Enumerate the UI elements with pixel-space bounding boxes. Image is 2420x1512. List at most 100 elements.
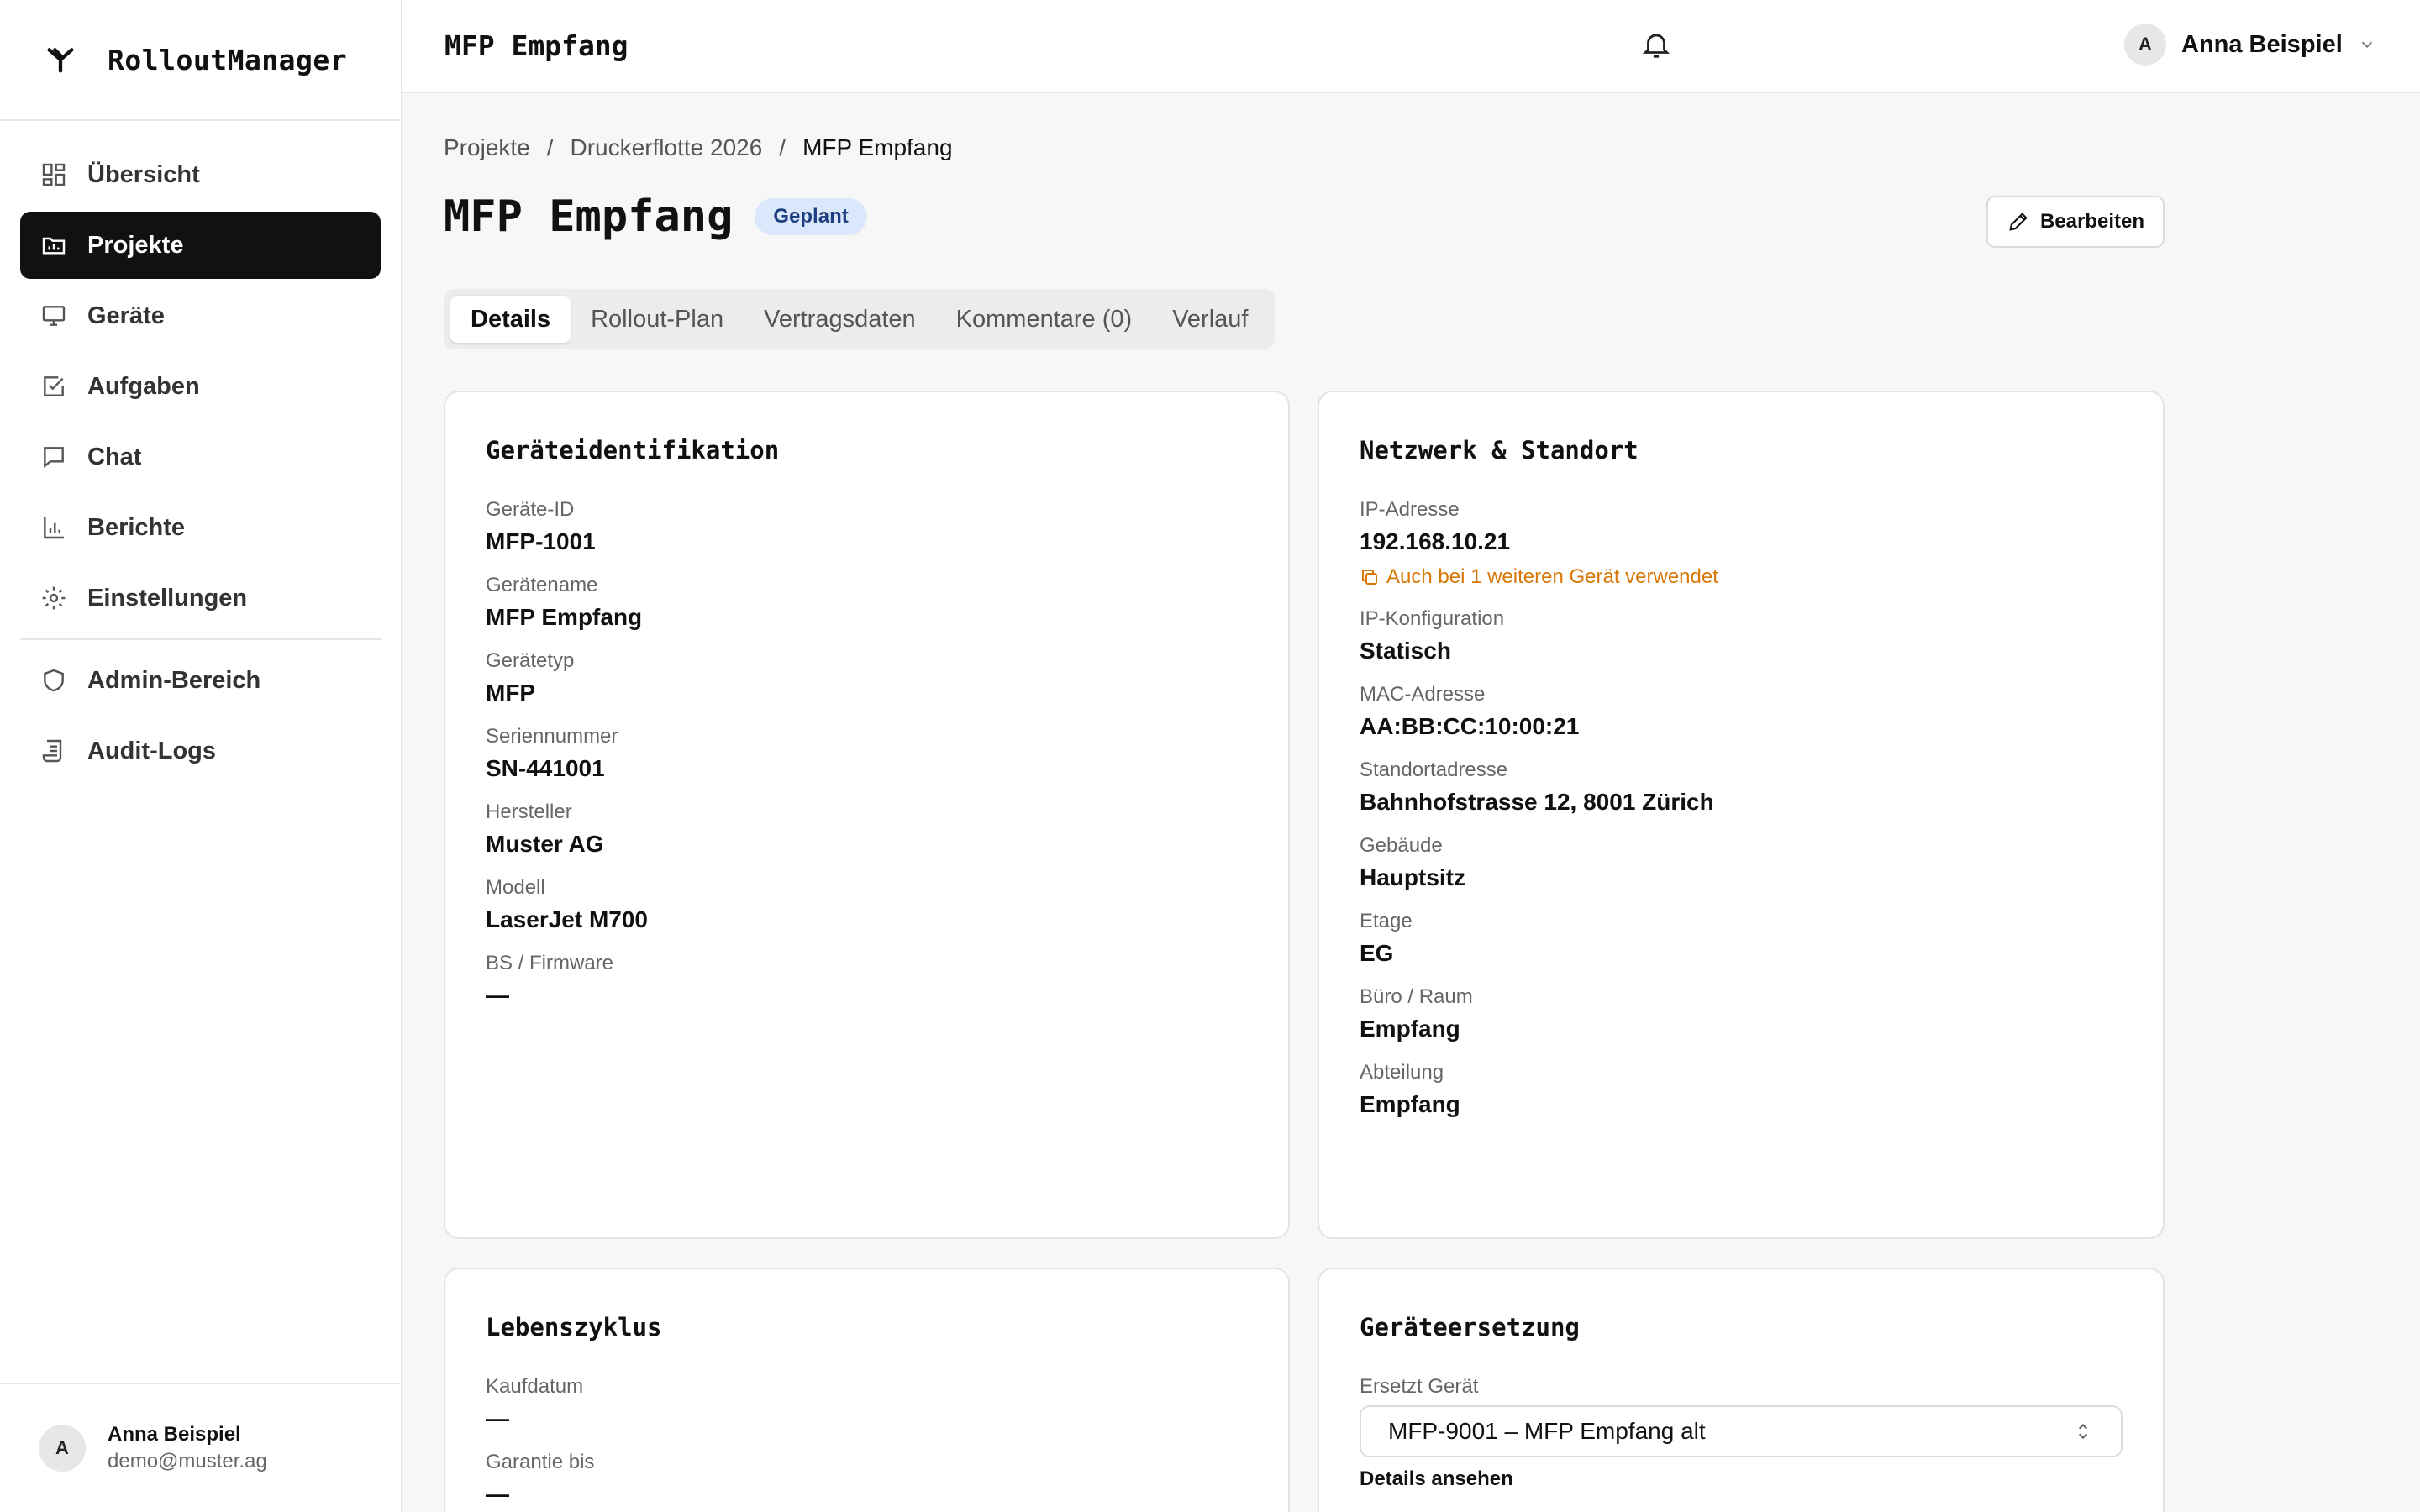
field-device-id: Geräte-ID MFP-1001: [486, 498, 1248, 555]
tab-vertragsdaten[interactable]: Vertragsdaten: [744, 296, 936, 343]
user-menu[interactable]: A Anna Beispiel: [2124, 24, 2376, 66]
field-label: Büro / Raum: [1360, 985, 1473, 1008]
field-purchase-date: Kaufdatum —: [486, 1375, 1248, 1432]
field-ip-address: IP-Adresse 192.168.10.21 Auch bei 1 weit…: [1360, 498, 2123, 589]
card-title: Geräteidentifikation: [486, 436, 780, 465]
brand[interactable]: RolloutManager: [0, 0, 401, 121]
sidebar-item-berichte[interactable]: Berichte: [20, 494, 381, 561]
breadcrumb: Projekte / Druckerflotte 2026 / MFP Empf…: [444, 134, 953, 161]
field-value: Bahnhofstrasse 12, 8001 Zürich: [1360, 789, 1714, 815]
field-value: Muster AG: [486, 831, 604, 857]
field-value: AA:BB:CC:10:00:21: [1360, 713, 1580, 739]
shield-icon: [44, 669, 64, 692]
monitor-icon: [42, 306, 66, 326]
sidebar-nav: Übersicht Projekte Geräte Aufgaben Chat …: [0, 121, 401, 785]
tab-details[interactable]: Details: [450, 296, 571, 343]
sidebar-item-label: Admin-Bereich: [87, 666, 261, 694]
card-title: Geräteersetzung: [1360, 1313, 1580, 1341]
user-menu-name: Anna Beispiel: [2181, 30, 2343, 58]
field-mac-address: MAC-Adresse AA:BB:CC:10:00:21: [1360, 683, 2123, 740]
avatar: A: [2124, 24, 2166, 66]
tab-bar: Details Rollout-Plan Vertragsdaten Komme…: [444, 289, 1276, 349]
header-title: MFP Empfang: [445, 29, 629, 62]
tab-kommentare[interactable]: Kommentare (0): [936, 296, 1153, 343]
field-label: Seriennummer: [486, 725, 618, 748]
logo-icon: [47, 48, 74, 73]
sidebar-item-einstellungen[interactable]: Einstellungen: [20, 564, 381, 632]
breadcrumb-separator: /: [546, 134, 554, 160]
breadcrumb-item[interactable]: Druckerflotte 2026: [571, 134, 763, 161]
card-title: Lebenszyklus: [486, 1313, 662, 1341]
copy-icon: [1362, 570, 1377, 585]
field-label: Kaufdatum: [486, 1375, 584, 1398]
field-firmware: BS / Firmware —: [486, 952, 1248, 1009]
field-device-name: Gerätename MFP Empfang: [486, 574, 1248, 631]
gear-icon: [42, 586, 66, 610]
sidebar-item-aufgaben[interactable]: Aufgaben: [20, 353, 381, 420]
field-device-type: Gerätetyp MFP: [486, 649, 1248, 706]
field-value: Empfang: [1360, 1091, 1460, 1117]
field-label: Abteilung: [1360, 1061, 1444, 1084]
field-value: —: [486, 1481, 509, 1507]
user-name: Anna Beispiel: [108, 1423, 241, 1446]
sidebar-item-geraete[interactable]: Geräte: [20, 282, 381, 349]
sidebar-item-audit-logs[interactable]: Audit-Logs: [20, 717, 381, 785]
field-label: Hersteller: [486, 801, 572, 823]
edit-button[interactable]: Bearbeiten: [1986, 196, 2165, 248]
sidebar-item-label: Projekte: [87, 231, 184, 259]
pencil-icon: [2009, 213, 2028, 231]
field-ip-config: IP-Konfiguration Statisch: [1360, 607, 2123, 664]
field-label: MAC-Adresse: [1360, 683, 1486, 706]
card-title: Netzwerk & Standort: [1360, 436, 1639, 465]
field-label: BS / Firmware: [486, 952, 614, 974]
folder-chart-icon: [42, 237, 66, 255]
field-label: Etage: [1360, 910, 1413, 932]
warning-text: Auch bei 1 weiteren Gerät verwendet: [1386, 565, 1718, 588]
field-value: EG: [1360, 940, 1394, 966]
sidebar-item-label: Aufgaben: [87, 372, 200, 400]
sidebar-item-label: Übersicht: [87, 160, 200, 188]
sidebar-item-label: Audit-Logs: [87, 737, 217, 764]
details-link[interactable]: Details ansehen: [1360, 1467, 2123, 1491]
sidebar-item-admin-bereich[interactable]: Admin-Bereich: [20, 647, 381, 714]
sidebar-item-chat[interactable]: Chat: [20, 423, 381, 491]
breadcrumb-item[interactable]: Projekte: [444, 134, 530, 161]
status-badge: Geplant: [755, 198, 867, 235]
tab-verlauf[interactable]: Verlauf: [1152, 296, 1268, 343]
ip-duplicate-warning[interactable]: Auch bei 1 weiteren Gerät verwendet: [1360, 565, 2123, 589]
bar-chart-icon: [44, 517, 64, 539]
sidebar-item-label: Chat: [87, 443, 142, 470]
sidebar-item-uebersicht[interactable]: Übersicht: [20, 141, 381, 208]
field-label: Gerätename: [486, 574, 598, 596]
field-label: Standortadresse: [1360, 759, 1508, 781]
tab-rollout-plan[interactable]: Rollout-Plan: [571, 296, 744, 343]
field-value: Hauptsitz: [1360, 864, 1465, 890]
field-manufacturer: Hersteller Muster AG: [486, 801, 1248, 858]
field-building: Gebäude Hauptsitz: [1360, 834, 2123, 891]
replacement-card: Geräteersetzung Ersetzt Gerät MFP-9001 –…: [1318, 1268, 2165, 1512]
field-value: MFP Empfang: [486, 604, 643, 630]
field-location-address: Standortadresse Bahnhofstrasse 12, 8001 …: [1360, 759, 2123, 816]
sidebar-item-label: Einstellungen: [87, 584, 248, 612]
field-floor: Etage EG: [1360, 910, 2123, 967]
field-label: Modell: [486, 876, 545, 899]
sidebar-user[interactable]: A Anna Beispiel demo@muster.ag: [0, 1383, 401, 1512]
field-label: Gebäude: [1360, 834, 1443, 857]
field-room: Büro / Raum Empfang: [1360, 985, 2123, 1042]
avatar: A: [39, 1425, 86, 1472]
scroll-icon: [42, 739, 62, 763]
checkbox-icon: [44, 376, 64, 396]
field-value: —: [486, 982, 509, 1008]
chevron-up-down-icon: [2078, 1423, 2088, 1440]
sidebar-item-projekte[interactable]: Projekte: [20, 212, 381, 279]
sidebar: RolloutManager Übersicht Projekte Geräte…: [0, 0, 402, 1512]
replaced-device-select[interactable]: MFP-9001 – MFP Empfang alt: [1360, 1405, 2123, 1457]
field-value: 192.168.10.21: [1360, 528, 1511, 554]
lifecycle-card: Lebenszyklus Kaufdatum — Garantie bis —: [444, 1268, 1290, 1512]
field-value: LaserJet M700: [486, 906, 649, 932]
top-header: MFP Empfang: [402, 0, 2420, 93]
breadcrumb-separator: /: [779, 134, 786, 160]
app-name: RolloutManager: [108, 43, 348, 76]
bell-icon[interactable]: [1640, 29, 1672, 60]
field-value: MFP-1001: [486, 528, 596, 554]
